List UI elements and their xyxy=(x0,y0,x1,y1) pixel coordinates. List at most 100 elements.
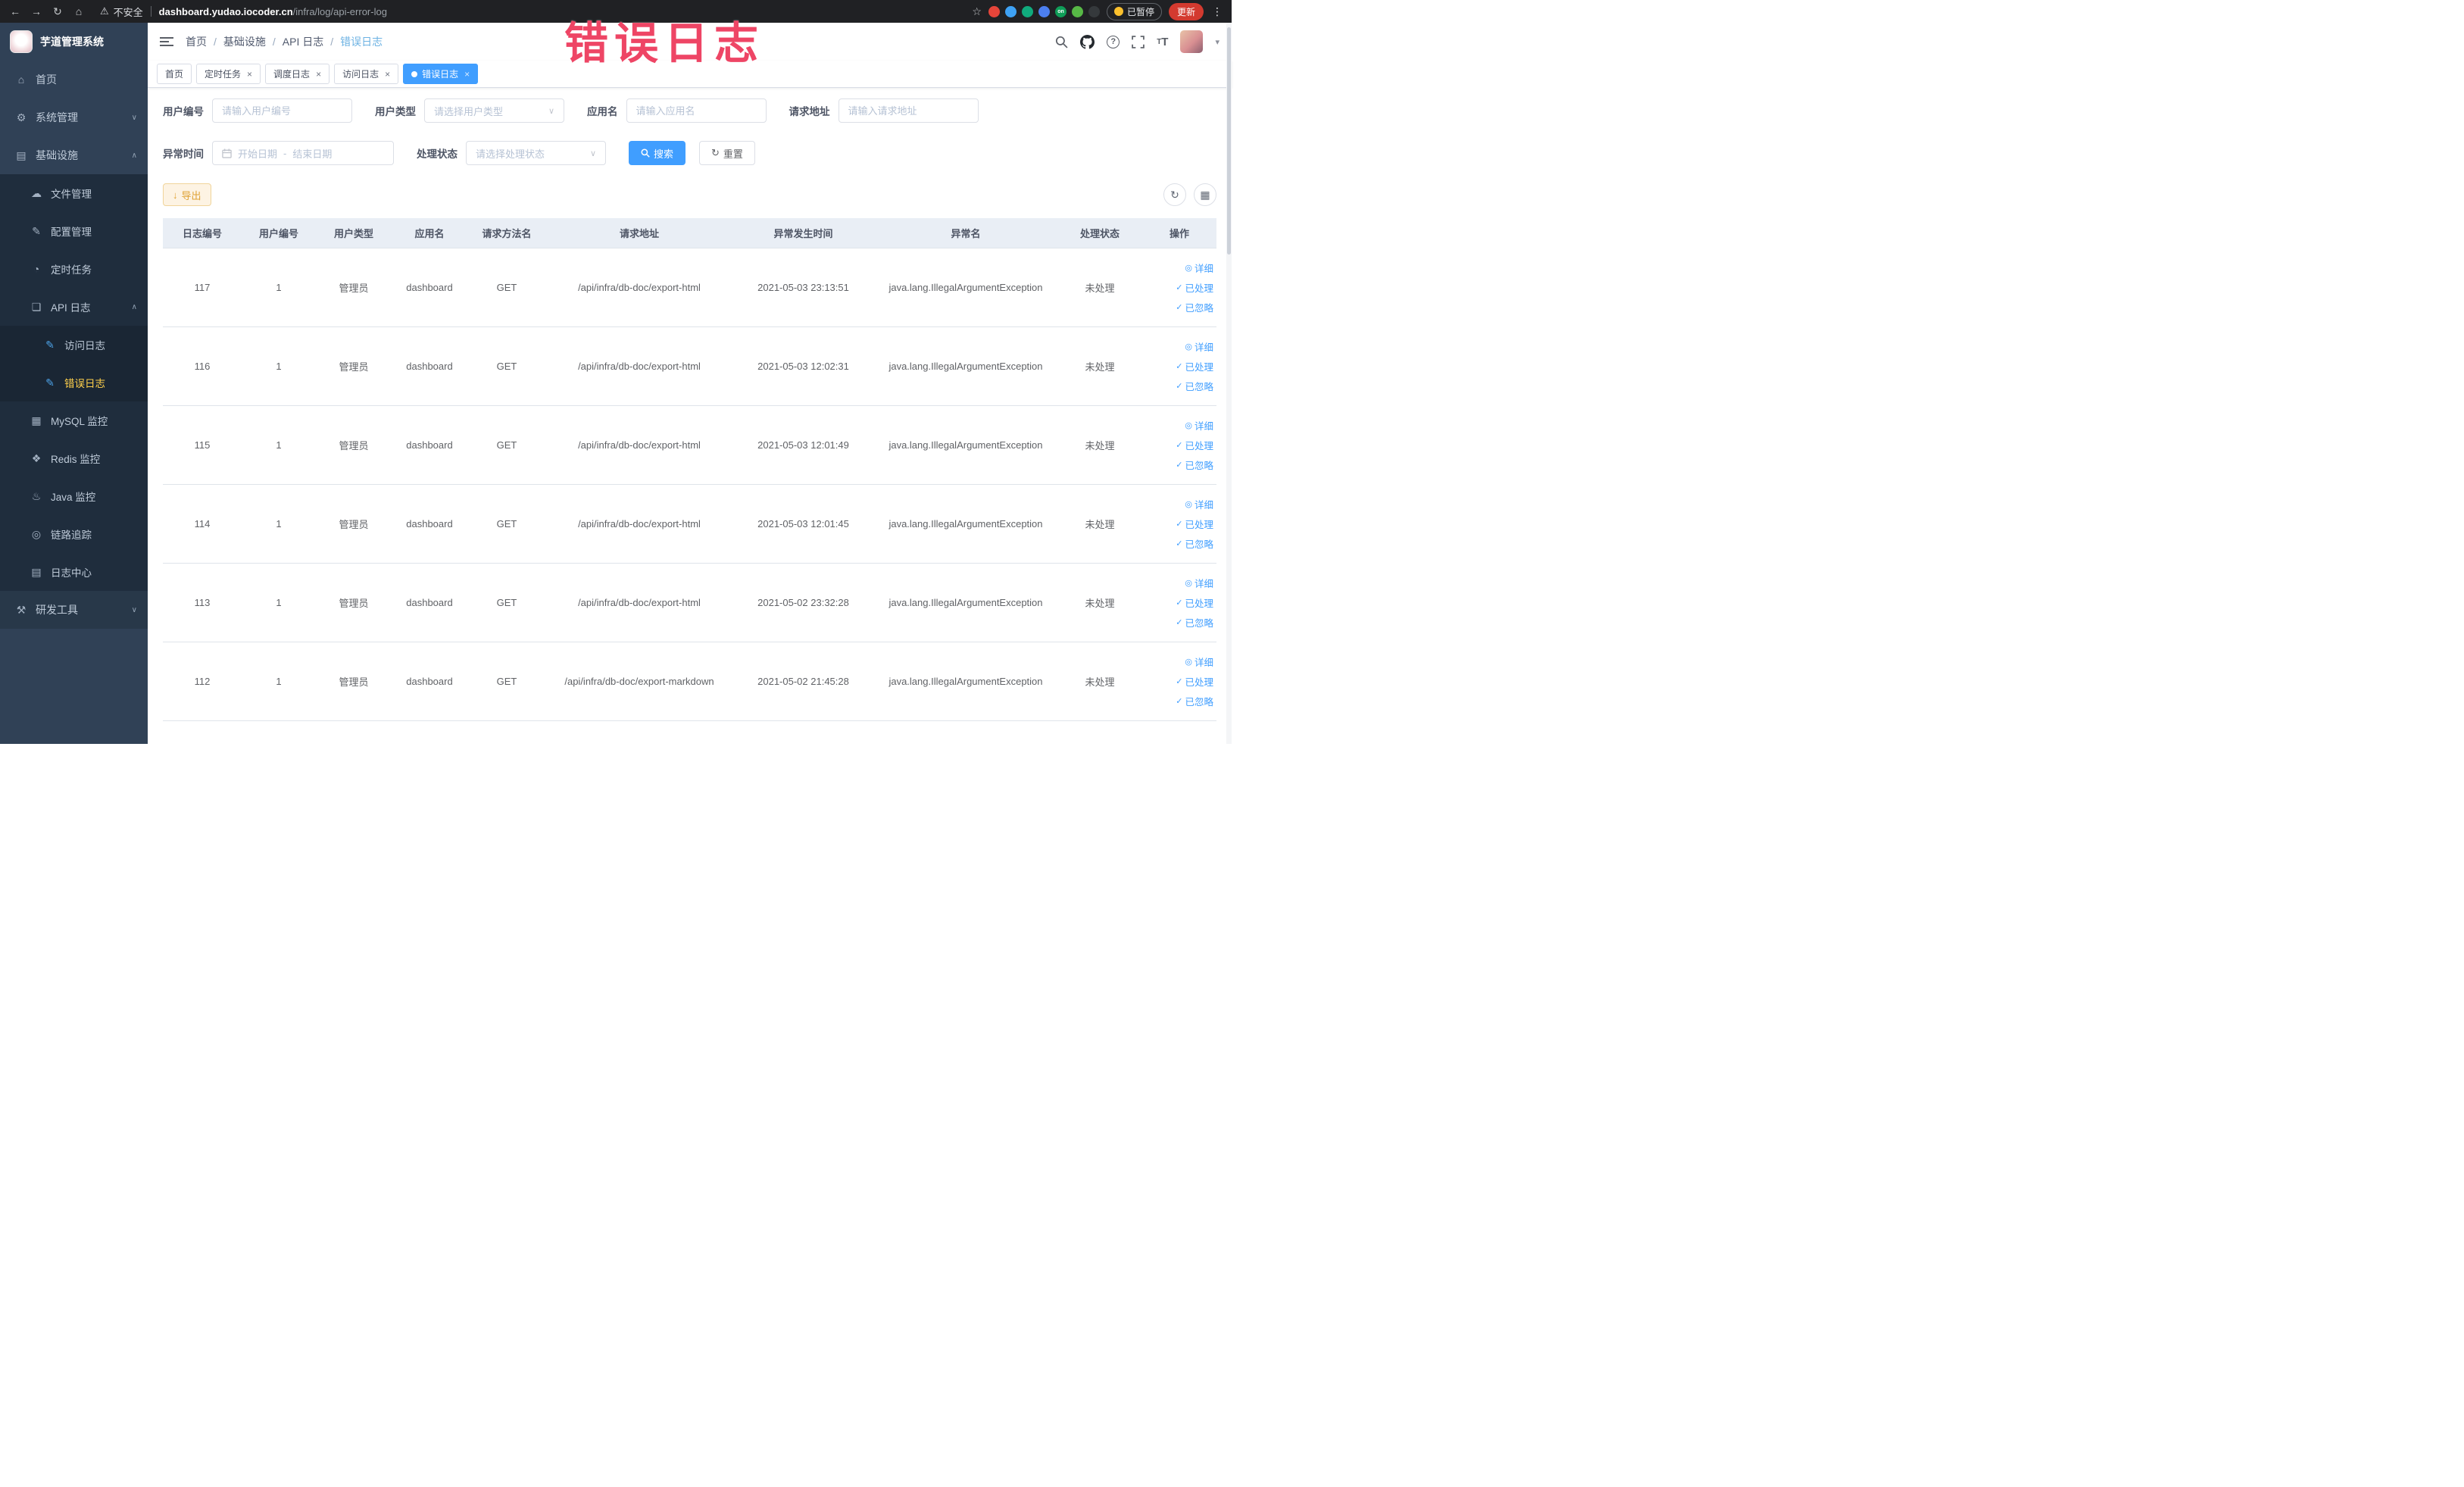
sidebar-item-redis-monitor[interactable]: ❖ Redis 监控 xyxy=(0,439,148,477)
action-processed[interactable]: ✓ 已处理 xyxy=(1176,595,1213,610)
export-button[interactable]: ↓ 导出 xyxy=(163,183,211,206)
tab-schedule-log[interactable]: 调度日志 × xyxy=(265,64,330,84)
tab-error-log[interactable]: 错误日志 × xyxy=(403,64,479,84)
action-processed[interactable]: ✓ 已处理 xyxy=(1176,674,1213,689)
tab-scheduled-tasks[interactable]: 定时任务 × xyxy=(196,64,261,84)
close-icon[interactable]: × xyxy=(316,69,321,80)
action-ignored[interactable]: ✓ 已忽略 xyxy=(1176,694,1213,708)
scrollbar[interactable] xyxy=(1226,23,1232,744)
extension-water-icon[interactable] xyxy=(1004,5,1017,17)
breadcrumb-item[interactable]: 首页 xyxy=(186,34,207,49)
user-type-select[interactable]: 请选择用户类型 ∨ xyxy=(424,98,564,123)
paused-badge[interactable]: 已暂停 xyxy=(1106,2,1162,20)
chevron-down-icon: ∨ xyxy=(131,605,137,614)
action-processed[interactable]: ✓ 已处理 xyxy=(1176,517,1213,531)
home-icon[interactable]: ⌂ xyxy=(71,5,86,17)
github-icon[interactable] xyxy=(1080,34,1095,49)
action-detail[interactable]: ◎ 详细 xyxy=(1185,497,1213,511)
action-ignored[interactable]: ✓ 已忽略 xyxy=(1176,536,1213,551)
sidebar-item-log-center[interactable]: ▤ 日志中心 xyxy=(0,553,148,591)
date-range-picker[interactable]: 开始日期 - 结束日期 xyxy=(212,141,394,165)
sidebar-item-scheduled-tasks[interactable]: ◔ 定时任务 xyxy=(0,250,148,288)
close-icon[interactable]: × xyxy=(464,69,470,80)
sidebar-item-mysql-monitor[interactable]: ▦ MySQL 监控 xyxy=(0,401,148,439)
cell-user-type: 管理员 xyxy=(339,361,369,373)
avatar[interactable] xyxy=(1180,30,1204,53)
close-icon[interactable]: × xyxy=(247,69,252,80)
sidebar-item-config-management[interactable]: ✎ 配置管理 xyxy=(0,212,148,250)
action-detail[interactable]: ◎ 详细 xyxy=(1185,339,1213,354)
sidebar-item-error-log[interactable]: ✎ 错误日志 xyxy=(0,364,148,401)
logo-row[interactable]: 芋道管理系统 xyxy=(0,23,148,61)
reload-icon[interactable]: ↻ xyxy=(50,5,65,18)
breadcrumb-item[interactable]: API 日志 xyxy=(283,34,323,49)
monitor-icon: ▤ xyxy=(16,148,27,161)
extension-teal-icon[interactable] xyxy=(1021,5,1033,17)
search-button-label: 搜索 xyxy=(654,148,674,160)
reset-button[interactable]: ↻ 重置 xyxy=(699,141,755,165)
breadcrumb-separator: / xyxy=(214,36,217,48)
home-icon: ⌂ xyxy=(17,73,25,86)
app: 芋道管理系统 ⌂ 首页 ⚙ 系统管理 ∨ ▤ 基础设施 ∧ ☁ 文件管理 ✎ 配置管理 ◔ 定时任务 ❏ AP… xyxy=(0,23,1232,744)
tab-home[interactable]: 首页 xyxy=(157,64,192,84)
action-processed[interactable]: ✓ 已处理 xyxy=(1176,438,1213,452)
sidebar-item-system-management[interactable]: ⚙ 系统管理 ∨ xyxy=(0,98,148,136)
extension-grid-icon[interactable] xyxy=(1038,5,1050,17)
help-icon[interactable]: ? xyxy=(1107,35,1120,48)
action-detail[interactable]: ◎ 详细 xyxy=(1185,654,1213,669)
hamburger-icon[interactable] xyxy=(160,36,173,47)
scrollbar-thumb[interactable] xyxy=(1227,27,1231,255)
action-ignored[interactable]: ✓ 已忽略 xyxy=(1176,615,1213,629)
sidebar-item-infrastructure[interactable]: ▤ 基础设施 ∧ xyxy=(0,136,148,174)
font-size-icon[interactable]: TT xyxy=(1157,36,1168,48)
sidebar-item-api-logs[interactable]: ❏ API 日志 ∧ xyxy=(0,288,148,326)
column-settings-button[interactable]: ▦ xyxy=(1194,183,1216,206)
omnibox[interactable]: ⚠ 不安全 dashboard.yudao.iocoder.cn/infra/l… xyxy=(100,5,387,19)
sidebar-item-home[interactable]: ⌂ 首页 xyxy=(0,61,148,98)
extension-red-icon[interactable] xyxy=(988,5,1000,17)
column-header: 应用名 xyxy=(414,228,445,239)
forward-icon[interactable]: → xyxy=(29,5,44,17)
user-id-label: 用户编号 xyxy=(163,106,204,117)
action-ignored[interactable]: ✓ 已忽略 xyxy=(1176,379,1213,393)
table-tools: ↻ ▦ xyxy=(1163,183,1216,206)
refresh-table-button[interactable]: ↻ xyxy=(1163,183,1186,206)
fullscreen-icon[interactable] xyxy=(1132,35,1145,48)
user-id-input[interactable] xyxy=(212,98,352,123)
action-ignored[interactable]: ✓ 已忽略 xyxy=(1176,458,1213,472)
action-processed[interactable]: ✓ 已处理 xyxy=(1176,359,1213,373)
request-url-label: 请求地址 xyxy=(789,106,830,117)
app-name-input[interactable] xyxy=(626,98,767,123)
action-detail[interactable]: ◎ 详细 xyxy=(1185,576,1213,590)
extension-on-icon[interactable]: on xyxy=(1054,5,1066,17)
back-icon[interactable]: ← xyxy=(8,5,23,17)
action-detail[interactable]: ◎ 详细 xyxy=(1185,261,1213,275)
close-icon[interactable]: × xyxy=(385,69,390,80)
toolbar: ↓ 导出 ↻ ▦ xyxy=(163,183,1216,206)
action-processed[interactable]: ✓ 已处理 xyxy=(1176,280,1213,295)
sidebar-item-java-monitor[interactable]: ♨ Java 监控 xyxy=(0,477,148,515)
request-url-input[interactable] xyxy=(838,98,979,123)
chevron-down-icon[interactable]: ▾ xyxy=(1215,37,1220,47)
search-button[interactable]: 搜索 xyxy=(629,141,686,165)
column-header: 日志编号 xyxy=(182,228,222,239)
process-status-select[interactable]: 请选择处理状态 ∨ xyxy=(466,141,606,165)
date-start-placeholder: 开始日期 xyxy=(238,148,278,160)
header-right: ? TT ▾ xyxy=(1055,30,1220,53)
browser-menu-icon[interactable]: ⋮ xyxy=(1210,5,1224,18)
extension-leaf-icon[interactable] xyxy=(1071,5,1083,17)
action-detail[interactable]: ◎ 详细 xyxy=(1185,418,1213,433)
action-ignored[interactable]: ✓ 已忽略 xyxy=(1176,300,1213,314)
update-button[interactable]: 更新 xyxy=(1168,2,1204,20)
search-icon[interactable] xyxy=(1055,36,1068,48)
sidebar-item-tracing[interactable]: ◎ 链路追踪 xyxy=(0,515,148,553)
cell-user-type: 管理员 xyxy=(339,283,369,294)
bookmark-star-icon[interactable]: ☆ xyxy=(972,5,982,18)
sidebar-item-file-management[interactable]: ☁ 文件管理 xyxy=(0,174,148,212)
edit-icon: ✎ xyxy=(32,224,41,237)
sidebar-item-access-log[interactable]: ✎ 访问日志 xyxy=(0,326,148,364)
tab-access-log[interactable]: 访问日志 × xyxy=(334,64,399,84)
sidebar-item-dev-tools[interactable]: ⚒ 研发工具 ∨ xyxy=(0,591,148,629)
breadcrumb-item[interactable]: 基础设施 xyxy=(223,34,266,49)
extension-paw-icon[interactable] xyxy=(1088,5,1100,17)
